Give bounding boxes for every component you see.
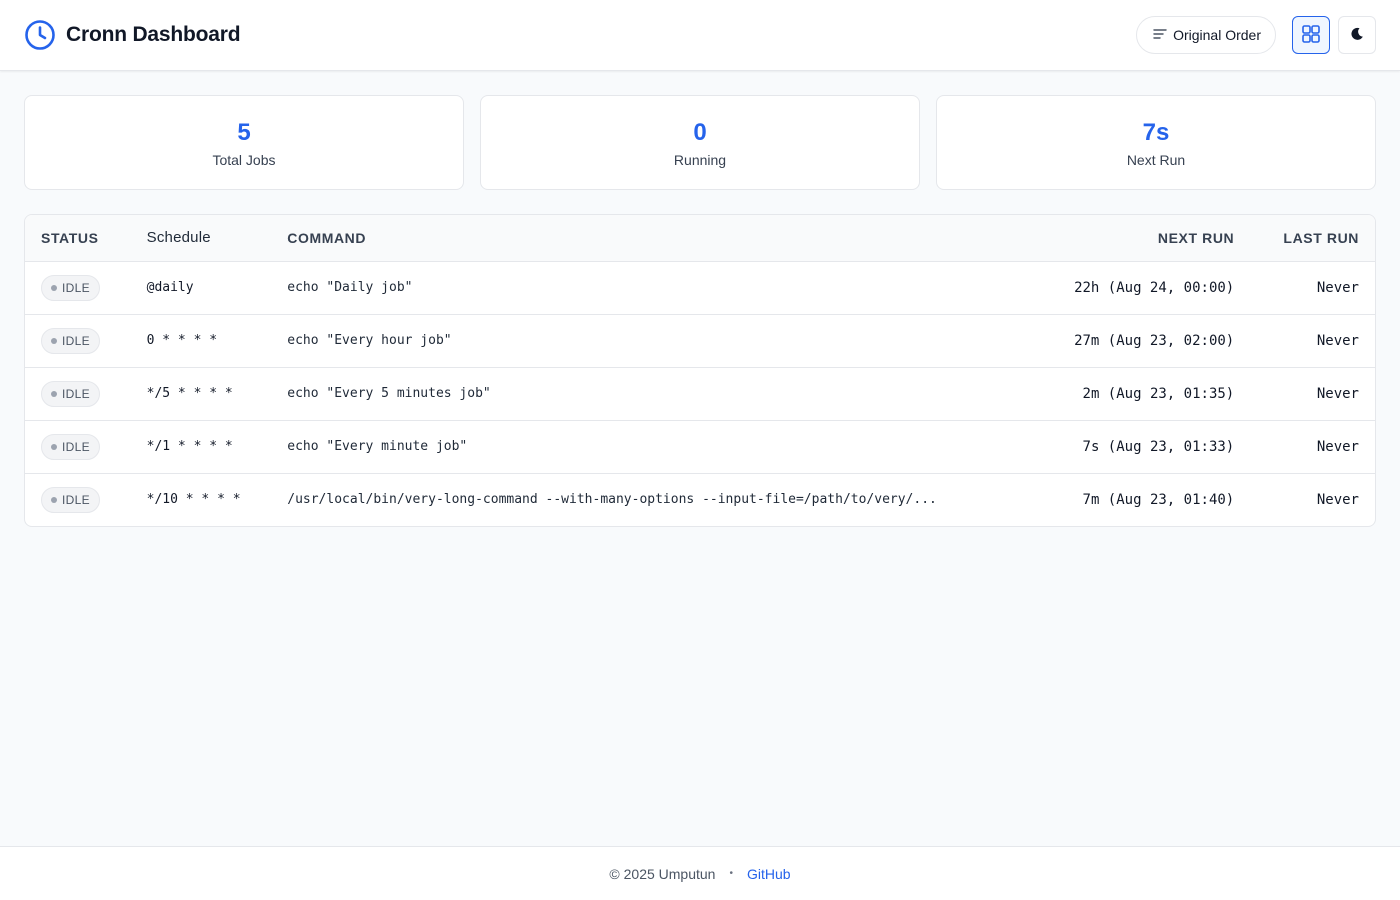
status-text: IDLE xyxy=(62,386,90,401)
moon-icon xyxy=(1350,27,1364,44)
stats-row: 5 Total Jobs 0 Running 7s Next Run xyxy=(24,95,1376,190)
footer: © 2025 Umputun • GitHub xyxy=(0,846,1400,900)
table-row[interactable]: IDLE */10 * * * * /usr/local/bin/very-long… xyxy=(25,473,1375,526)
command-cell: echo "Daily job" xyxy=(271,261,953,315)
status-badge: IDLE xyxy=(41,380,100,407)
schedule-cell: @daily xyxy=(130,261,272,315)
command-cell: echo "Every hour job" xyxy=(271,314,953,368)
status-text: IDLE xyxy=(62,280,90,295)
jobs-table: STATUS Schedule COMMAND NEXT RUN LAST RU… xyxy=(24,214,1376,527)
status-cell: IDLE xyxy=(25,367,131,421)
table-row[interactable]: IDLE */1 * * * * echo "Every minute job" 7s… xyxy=(25,420,1375,474)
schedule-cell: 0 * * * * xyxy=(130,314,272,368)
column-header-schedule[interactable]: Schedule xyxy=(130,215,272,262)
column-header-last-run[interactable]: LAST RUN xyxy=(1250,215,1375,262)
stat-card-running: 0 Running xyxy=(480,95,920,190)
next-run-cell: 2m (Aug 23, 01:35) xyxy=(952,367,1251,421)
status-dot-icon xyxy=(51,337,57,344)
schedule-cell: */1 * * * * xyxy=(130,420,272,474)
sort-order-button[interactable]: Original Order xyxy=(1136,16,1276,54)
status-text: IDLE xyxy=(62,333,90,348)
column-header-command[interactable]: COMMAND xyxy=(271,215,953,262)
status-cell: IDLE xyxy=(25,473,131,526)
column-header-status[interactable]: STATUS xyxy=(25,215,131,262)
next-run-cell: 22h (Aug 24, 00:00) xyxy=(952,261,1251,315)
table-row[interactable]: IDLE 0 * * * * echo "Every hour job" 27m (A… xyxy=(25,314,1375,368)
table-row[interactable]: IDLE */5 * * * * echo "Every 5 minutes job… xyxy=(25,367,1375,421)
table-header-row: STATUS Schedule COMMAND NEXT RUN LAST RU… xyxy=(25,215,1375,262)
stat-value: 0 xyxy=(693,118,707,146)
header-actions: Original Order xyxy=(1136,16,1376,54)
next-run-cell: 7m (Aug 23, 01:40) xyxy=(1082,491,1235,508)
schedule-cell: */5 * * * * xyxy=(130,367,272,421)
next-run-cell: 7s (Aug 23, 01:33) xyxy=(952,420,1251,474)
stat-label: Next Run xyxy=(1126,151,1186,168)
stat-label: Running xyxy=(673,151,727,168)
status-badge: IDLE xyxy=(41,486,100,513)
grid-icon xyxy=(1302,24,1320,46)
stat-card-next-run: 7s Next Run xyxy=(936,95,1376,190)
app-header: Cronn Dashboard Original Order xyxy=(0,0,1400,71)
status-dot-icon xyxy=(51,496,57,503)
status-cell: IDLE xyxy=(25,314,131,368)
status-badge: IDLE xyxy=(41,433,100,460)
status-dot-icon xyxy=(51,443,57,450)
sort-order-label: Original Order xyxy=(1173,27,1261,43)
last-run-cell: Never xyxy=(1250,261,1375,315)
table-row[interactable]: IDLE @daily echo "Daily job" 22h (Aug 24, 0… xyxy=(25,261,1375,315)
status-text: IDLE xyxy=(62,439,90,454)
command-cell: /usr/local/bin/very-long-command --with-… xyxy=(287,492,937,508)
status-cell: IDLE xyxy=(25,420,131,474)
next-run-cell: 27m (Aug 23, 02:00) xyxy=(952,314,1251,368)
footer-separator: • xyxy=(729,868,733,879)
stat-label: Total Jobs xyxy=(212,151,276,168)
sort-lines-icon xyxy=(1153,27,1167,43)
status-dot-icon xyxy=(51,390,57,397)
schedule-cell: */10 * * * * xyxy=(146,492,241,508)
status-dot-icon xyxy=(51,284,57,291)
status-badge: IDLE xyxy=(41,327,100,354)
stat-card-total-jobs: 5 Total Jobs xyxy=(24,95,464,190)
status-text: IDLE xyxy=(62,492,90,507)
column-header-next-run[interactable]: NEXT RUN xyxy=(952,215,1251,262)
command-cell: echo "Every minute job" xyxy=(271,420,953,474)
last-run-cell: Never xyxy=(1250,314,1375,368)
stat-value: 7s xyxy=(1142,118,1170,146)
theme-toggle-button[interactable] xyxy=(1338,16,1376,54)
stat-value: 5 xyxy=(237,118,251,146)
copyright-text: © 2025 Umputun xyxy=(609,865,716,882)
command-cell: echo "Every 5 minutes job" xyxy=(271,367,953,421)
last-run-cell: Never xyxy=(1250,420,1375,474)
github-link[interactable]: GitHub xyxy=(747,866,791,882)
last-run-cell: Never xyxy=(1250,367,1375,421)
grid-view-button[interactable] xyxy=(1292,16,1330,54)
clock-icon xyxy=(24,19,56,51)
status-badge: IDLE xyxy=(41,274,100,301)
status-cell: IDLE xyxy=(25,261,131,315)
last-run-cell: Never xyxy=(1316,491,1359,508)
brand: Cronn Dashboard xyxy=(24,19,241,51)
page-title: Cronn Dashboard xyxy=(66,23,241,46)
